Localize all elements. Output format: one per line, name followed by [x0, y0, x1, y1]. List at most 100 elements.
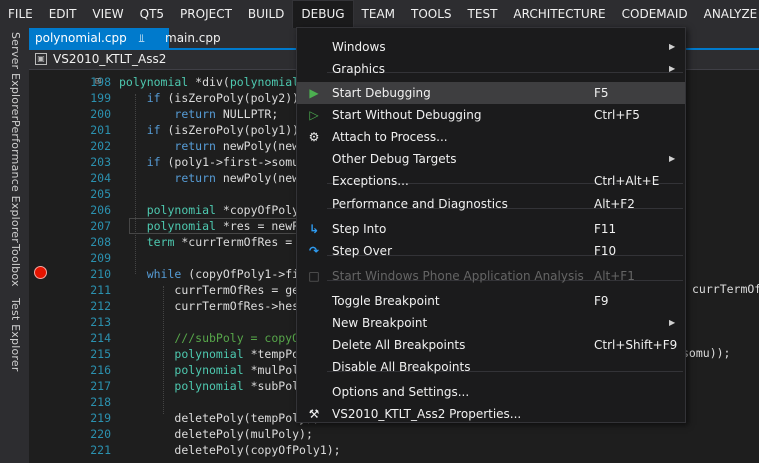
menu-item-shortcut: Ctrl+Alt+E — [594, 174, 660, 188]
breakpoint-icon[interactable] — [34, 266, 47, 279]
step-over-icon: ↷ — [308, 244, 320, 258]
menu-item-label: Graphics — [332, 62, 385, 76]
line-number: 211 — [90, 283, 111, 297]
menu-item-toggle-breakpoint[interactable]: Toggle Breakpoint F9 — [297, 290, 685, 312]
menu-architecture[interactable]: ARCHITECTURE — [505, 0, 613, 28]
menu-item-vs2010-ktlt-ass2-properties[interactable]: ⚒ VS2010_KTLT_Ass2 Properties... — [297, 403, 685, 425]
menu-item-shortcut: F9 — [594, 294, 609, 308]
menu-item-shortcut: Alt+F1 — [594, 269, 635, 283]
menu-item-label: Start Without Debugging — [332, 108, 482, 122]
line-number: 213 — [90, 315, 111, 329]
menu-item-delete-all-breakpoints[interactable]: Delete All Breakpoints Ctrl+Shift+F9 — [297, 334, 685, 356]
code-text: polynomial *copyOfPoly1 — [146, 203, 306, 217]
menu-item-disable-all-breakpoints[interactable]: Disable All Breakpoints — [297, 356, 685, 378]
menu-analyze[interactable]: ANALYZE — [696, 0, 759, 28]
menu-item-shortcut: F5 — [594, 86, 609, 100]
menu-test[interactable]: TEST — [460, 0, 506, 28]
menu-item-label: Other Debug Targets — [332, 152, 457, 166]
menu-tools[interactable]: TOOLS — [403, 0, 460, 28]
menu-item-start-debugging[interactable]: ▶ Start Debugging F5 — [297, 82, 685, 104]
tab-main-cpp[interactable]: main.cpp — [159, 28, 241, 48]
menu-item-performance-and-diagnostics[interactable]: Performance and Diagnostics Alt+F2 — [297, 193, 685, 215]
code-text: term *currTermOfRes = N — [146, 235, 306, 249]
line-number: 221 — [90, 443, 111, 457]
menu-item-new-breakpoint[interactable]: New Breakpoint ▶ — [297, 312, 685, 334]
menu-item-label: Step Into — [332, 222, 387, 236]
code-fragment: currTermOf — [692, 282, 759, 296]
menu-item-step-over[interactable]: ↷ Step Over F10 — [297, 240, 685, 262]
menu-item-label: Step Over — [332, 244, 392, 258]
side-tool-strip: Server Explorer Performance Explorer Too… — [0, 28, 29, 463]
menu-edit[interactable]: EDIT — [41, 0, 85, 28]
line-number: 207 — [90, 219, 111, 233]
submenu-arrow-icon: ▶ — [669, 64, 676, 73]
menu-item-label: Exceptions... — [332, 174, 409, 188]
attach-gears-icon: ⚙ — [308, 130, 320, 144]
menu-file[interactable]: FILE — [0, 0, 41, 28]
menu-item-shortcut: Ctrl+F5 — [594, 108, 640, 122]
code-text: polynomial *res = newPo — [146, 219, 306, 233]
menu-item-exceptions[interactable]: Exceptions... Ctrl+Alt+E — [297, 170, 685, 192]
line-number: 218 — [90, 395, 111, 409]
submenu-arrow-icon: ▶ — [669, 318, 676, 327]
menu-item-label: Start Windows Phone Application Analysis — [332, 269, 584, 283]
project-icon: ▣ — [35, 53, 47, 65]
pin-icon[interactable]: ⫫ — [139, 32, 145, 45]
play-outline-icon: ▷ — [309, 108, 319, 122]
line-number: 203 — [90, 155, 111, 169]
menu-item-label: Performance and Diagnostics — [332, 197, 508, 211]
menu-item-shortcut: Ctrl+Shift+F9 — [594, 338, 678, 352]
code-text: deletePoly(mulPoly); — [174, 427, 313, 441]
menu-item-label: Options and Settings... — [332, 385, 470, 399]
menu-item-other-debug-targets[interactable]: Other Debug Targets ▶ — [297, 148, 685, 170]
code-text: polynomial *mulPoly — [174, 363, 306, 377]
code-text: return NULLPTR; — [174, 107, 279, 121]
menu-item-label: Start Debugging — [332, 86, 431, 100]
line-number: 198 — [90, 75, 111, 89]
line-number: 216 — [90, 363, 111, 377]
project-dropdown[interactable]: VS2010_KTLT_Ass2 — [53, 52, 166, 66]
submenu-arrow-icon: ▶ — [669, 154, 676, 163]
menu-item-start-without-debugging[interactable]: ▷ Start Without Debugging Ctrl+F5 — [297, 104, 685, 126]
menu-team[interactable]: TEAM — [354, 0, 403, 28]
menu-project[interactable]: PROJECT — [172, 0, 240, 28]
menu-qt5[interactable]: QT5 — [132, 0, 172, 28]
code-text: return newPoly(newT — [174, 139, 306, 153]
line-number: 210 — [90, 267, 111, 281]
menu-view[interactable]: VIEW — [84, 0, 131, 28]
menu-item-start-windows-phone-application-analysis: □ Start Windows Phone Application Analysi… — [297, 265, 685, 287]
menu-item-shortcut: F11 — [594, 222, 617, 236]
menu-bar: FILE EDIT VIEW QT5 PROJECT BUILD DEBUG T… — [0, 0, 759, 28]
menu-item-step-into[interactable]: ↳ Step Into F11 — [297, 218, 685, 240]
menu-item-options-and-settings[interactable]: Options and Settings... — [297, 381, 685, 403]
menu-item-shortcut: Alt+F2 — [594, 197, 635, 211]
toolbox-tab[interactable]: Toolbox — [6, 244, 22, 287]
menu-build[interactable]: BUILD — [240, 0, 292, 28]
line-number: 217 — [90, 379, 111, 393]
tab-polynomial-cpp[interactable]: polynomial.cpp ⫫ ✕ — [29, 28, 169, 66]
line-number: 200 — [90, 107, 111, 121]
test-explorer-tab[interactable]: Test Explorer — [6, 298, 22, 372]
line-number: 204 — [90, 171, 111, 185]
menu-item-attach-to-process[interactable]: ⚙ Attach to Process... — [297, 126, 685, 148]
menu-item-label: Windows — [332, 40, 386, 54]
menu-item-graphics[interactable]: Graphics ▶ — [297, 58, 685, 80]
breakpoint-margin[interactable] — [29, 70, 55, 463]
code-fragment: somu)); — [682, 346, 731, 360]
collapse-icon[interactable]: ⊟ — [95, 74, 101, 90]
line-number: 202 — [90, 139, 111, 153]
line-number: 215 — [90, 347, 111, 361]
line-number: 214 — [90, 331, 111, 345]
menu-item-label: New Breakpoint — [332, 316, 428, 330]
menu-item-shortcut: F10 — [594, 244, 617, 258]
menu-codemaid[interactable]: CODEMAID — [614, 0, 696, 28]
debug-dropdown-menu: Windows ▶ Graphics ▶ ▶ Start Debugging F5 ▷ Star… — [296, 27, 686, 423]
menu-item-windows[interactable]: Windows ▶ — [297, 36, 685, 58]
menu-debug[interactable]: DEBUG — [292, 0, 354, 28]
tab-label: main.cpp — [165, 31, 221, 45]
line-number: 208 — [90, 235, 111, 249]
line-number: 206 — [90, 203, 111, 217]
server-explorer-tab[interactable]: Server Explorer — [6, 32, 22, 120]
performance-explorer-tab[interactable]: Performance Explorer — [6, 120, 22, 243]
code-text: if (isZeroPoly(poly1)) — [146, 123, 300, 137]
